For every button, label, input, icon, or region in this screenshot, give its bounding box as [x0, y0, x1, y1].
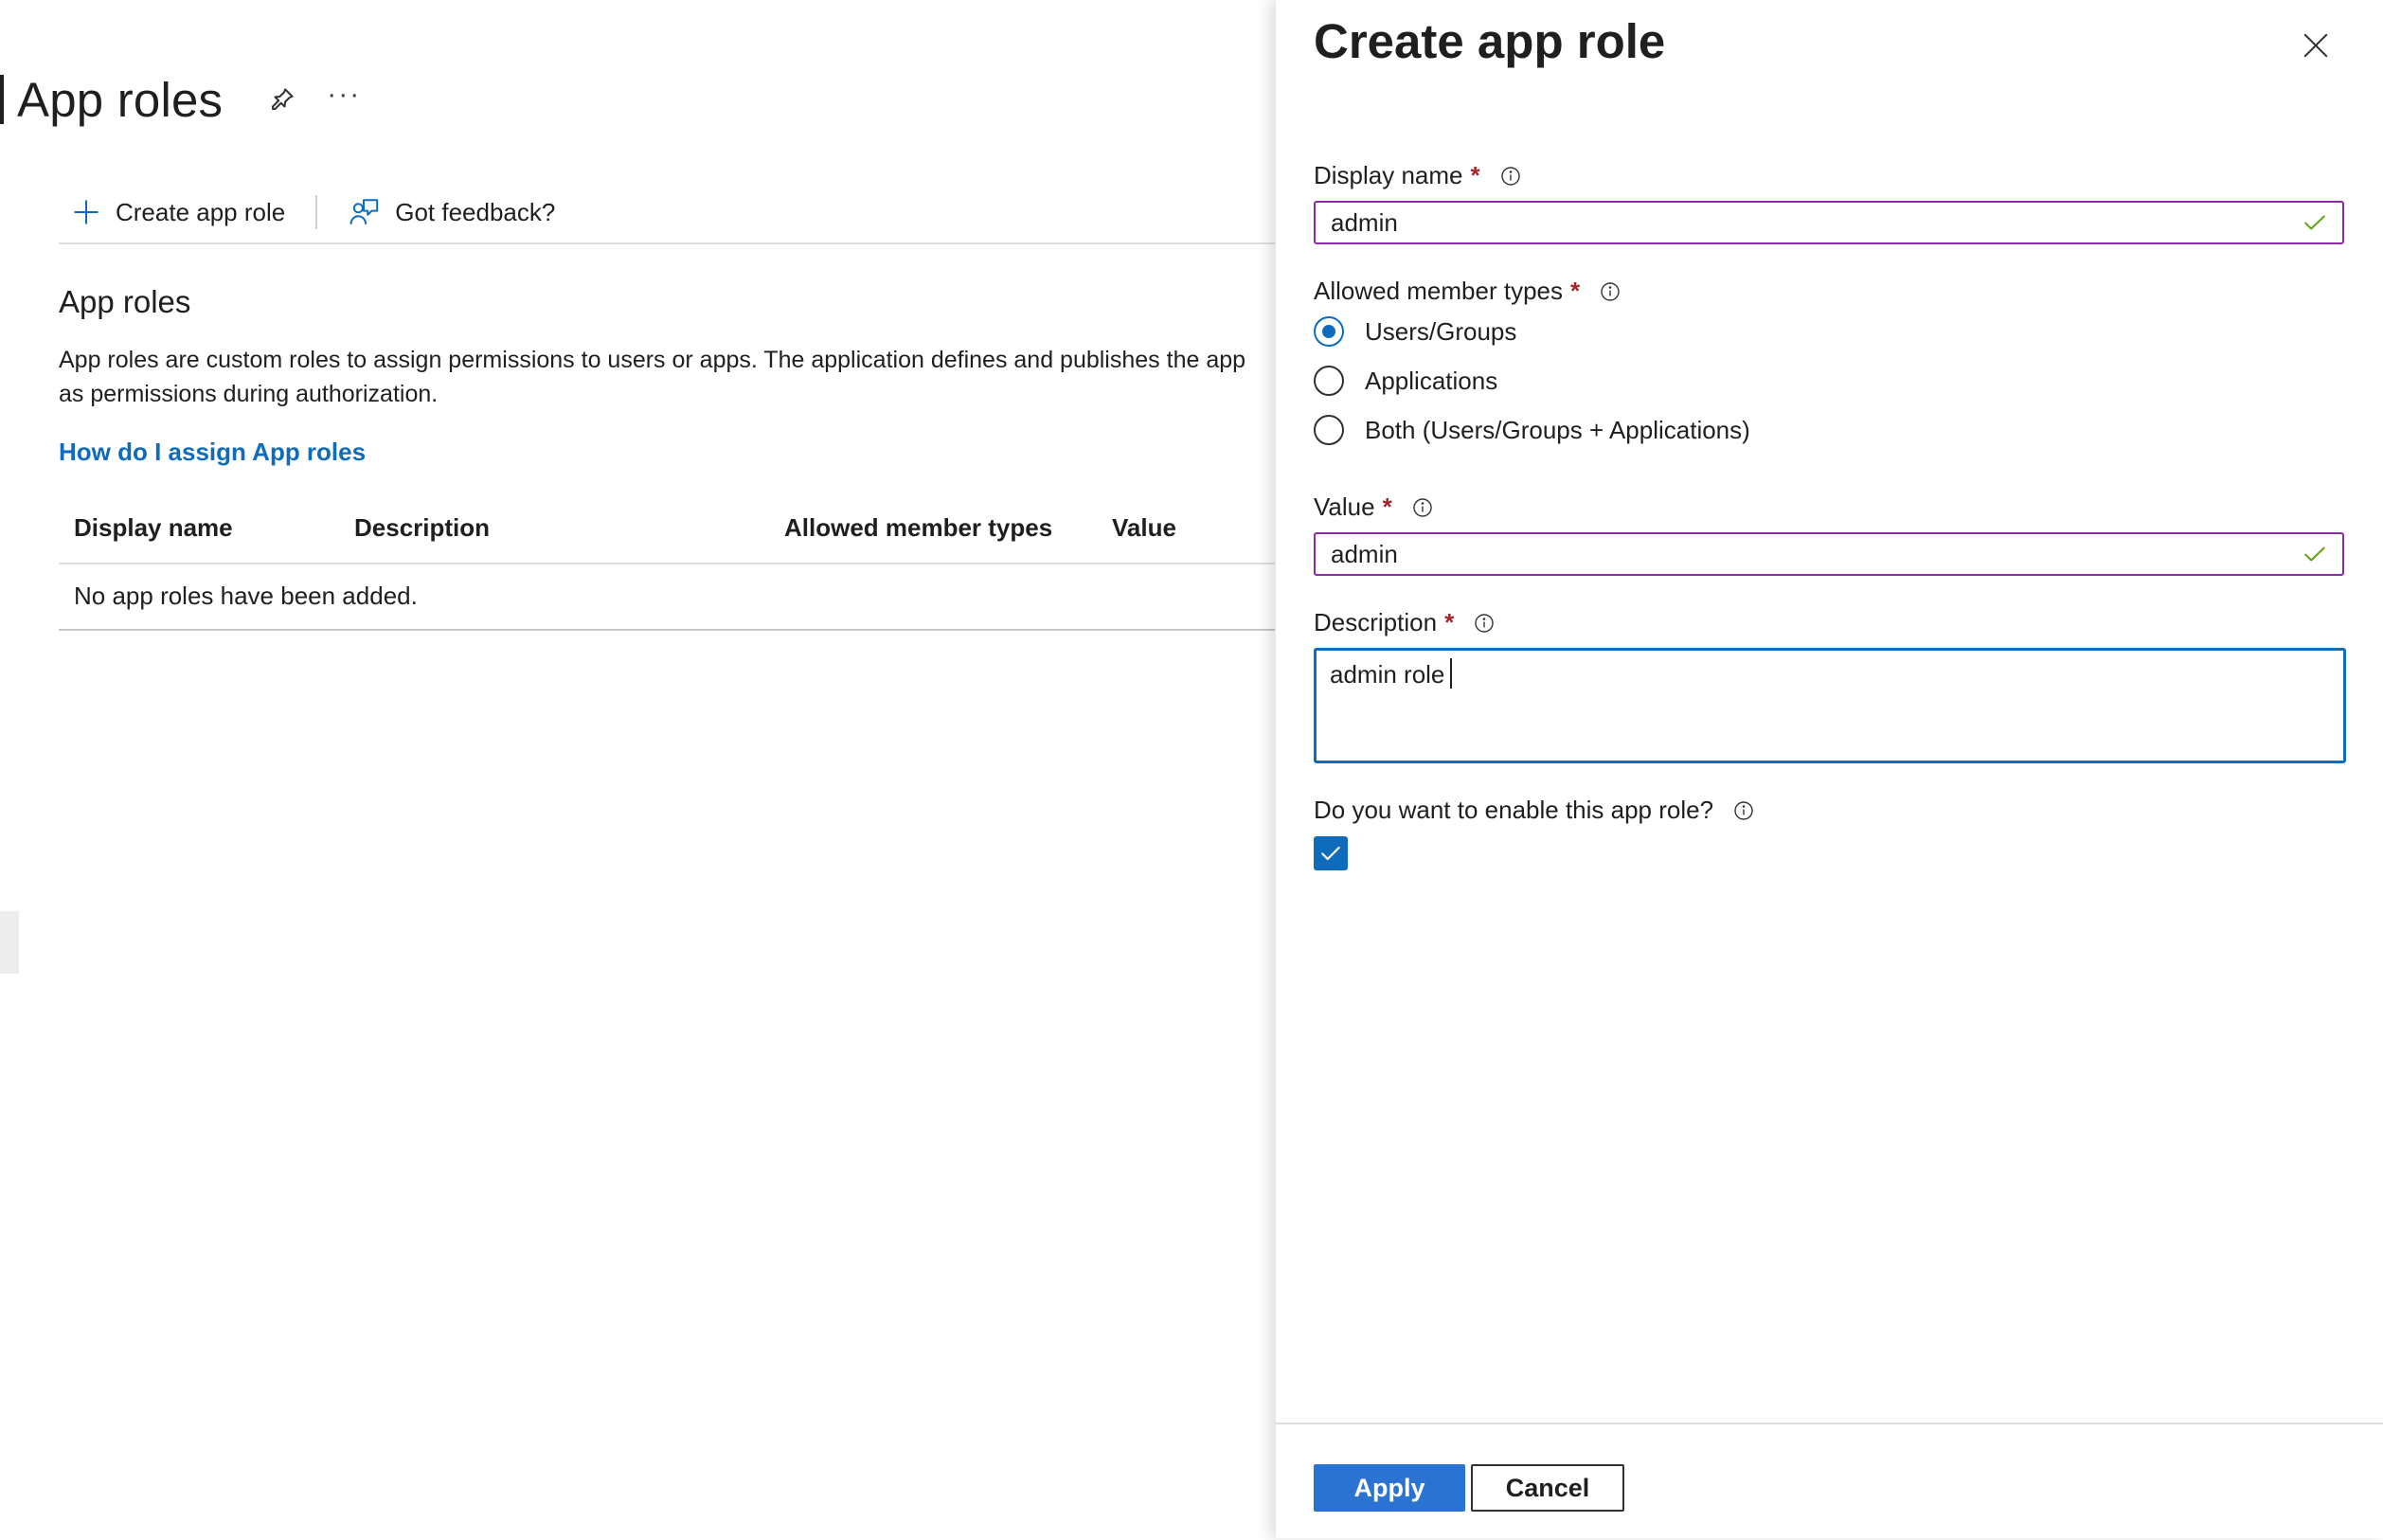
checkmark-icon	[1321, 846, 1340, 861]
required-mark: *	[1444, 608, 1455, 636]
feedback-button[interactable]: Got feedback?	[334, 188, 568, 236]
display-name-label: Display name *	[1314, 161, 1522, 190]
left-scroll-handle[interactable]	[0, 911, 19, 974]
section-description-line-2: as permissions during authorization.	[59, 381, 439, 407]
radio-both[interactable]: Both (Users/Groups + Applications)	[1314, 415, 1750, 445]
info-icon[interactable]	[1411, 496, 1434, 519]
radio-button[interactable]	[1314, 415, 1344, 445]
description-value: admin role	[1330, 660, 1445, 689]
radio-button[interactable]	[1314, 366, 1344, 396]
description-label: Description *	[1314, 608, 1496, 637]
display-name-value: admin	[1331, 207, 1398, 237]
radio-users-groups[interactable]: Users/Groups	[1314, 316, 1516, 347]
table-row: No app roles have been added.	[59, 564, 1275, 631]
info-icon[interactable]	[1473, 612, 1496, 635]
radio-applications-label: Applications	[1365, 366, 1498, 395]
command-separator	[315, 195, 318, 229]
text-caret	[1450, 658, 1453, 689]
feedback-label: Got feedback?	[395, 197, 556, 226]
member-types-label: Allowed member types *	[1314, 277, 1622, 306]
panel-title: Create app role	[1314, 14, 1666, 68]
app-roles-page: App roles ··· Create app role Got feedba…	[0, 0, 1275, 1538]
radio-button-selected[interactable]	[1314, 316, 1344, 347]
radio-both-label: Both (Users/Groups + Applications)	[1365, 415, 1750, 444]
section-description: App roles are custom roles to assign per…	[59, 343, 1275, 411]
enable-checkbox[interactable]	[1314, 836, 1348, 870]
title-accent-bar	[0, 75, 4, 124]
member-types-label-text: Allowed member types	[1314, 277, 1563, 305]
value-label-text: Value	[1314, 492, 1375, 521]
column-header-member-types[interactable]: Allowed member types	[784, 513, 1052, 543]
plus-icon	[72, 198, 100, 226]
feedback-icon	[348, 196, 380, 228]
column-header-description[interactable]: Description	[354, 513, 490, 543]
app-roles-table: Display name Description Allowed member …	[59, 502, 1275, 631]
radio-applications[interactable]: Applications	[1314, 366, 1497, 396]
display-name-input[interactable]: admin	[1314, 201, 2344, 244]
more-options-icon[interactable]: ···	[327, 81, 361, 114]
apply-button[interactable]: Apply	[1314, 1464, 1465, 1512]
valid-check-icon	[2302, 542, 2327, 566]
panel-footer: Apply Cancel	[1276, 1423, 2383, 1540]
help-link[interactable]: How do I assign App roles	[59, 438, 366, 467]
value-label: Value *	[1314, 492, 1434, 522]
create-app-role-button[interactable]: Create app role	[59, 188, 298, 236]
valid-check-icon	[2302, 210, 2327, 235]
display-name-label-text: Display name	[1314, 161, 1463, 189]
enable-label: Do you want to enable this app role?	[1314, 796, 1755, 825]
column-header-value[interactable]: Value	[1112, 513, 1176, 543]
value-input[interactable]: admin	[1314, 532, 2344, 576]
description-textarea[interactable]: admin role	[1314, 648, 2346, 763]
radio-users-groups-label: Users/Groups	[1365, 316, 1517, 346]
page-title: App roles	[17, 72, 224, 127]
value-input-value: admin	[1331, 539, 1398, 568]
table-header: Display name Description Allowed member …	[59, 502, 1275, 564]
enable-label-text: Do you want to enable this app role?	[1314, 796, 1714, 824]
column-header-display-name[interactable]: Display name	[74, 513, 233, 543]
create-app-role-label: Create app role	[116, 197, 286, 226]
info-icon[interactable]	[1599, 280, 1622, 303]
close-icon[interactable]	[2297, 27, 2335, 64]
required-mark: *	[1570, 277, 1581, 305]
description-label-text: Description	[1314, 608, 1438, 636]
create-app-role-panel: Create app role Display name * admin All…	[1275, 0, 2383, 1538]
info-icon[interactable]	[1499, 165, 1522, 188]
required-mark: *	[1382, 492, 1392, 521]
section-description-line-1: App roles are custom roles to assign per…	[59, 347, 1246, 373]
info-icon[interactable]	[1732, 799, 1755, 822]
page-header: App roles ···	[0, 66, 361, 133]
command-bar: Create app role Got feedback?	[59, 182, 1275, 244]
empty-table-message: No app roles have been added.	[74, 582, 418, 610]
pin-icon[interactable]	[266, 83, 298, 116]
cancel-button[interactable]: Cancel	[1471, 1464, 1624, 1512]
section-title: App roles	[59, 284, 191, 319]
required-mark: *	[1470, 161, 1480, 189]
